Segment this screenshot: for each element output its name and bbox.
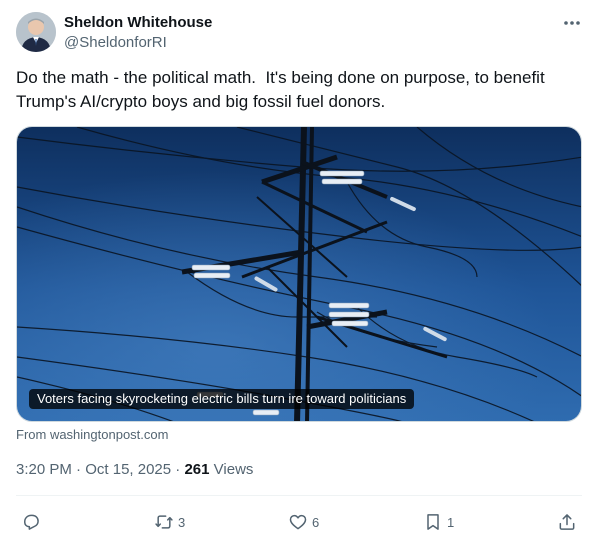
- like-count: 6: [312, 514, 320, 530]
- divider: [16, 495, 582, 496]
- share-icon: [559, 514, 575, 530]
- avatar[interactable]: [16, 12, 56, 52]
- tweet-time[interactable]: 3:20 PM: [16, 461, 72, 478]
- link-card-image[interactable]: Voters facing skyrocketing electric bill…: [16, 126, 582, 422]
- more-horizontal-icon: [564, 21, 580, 25]
- views-count: 261: [184, 461, 210, 478]
- author-handle[interactable]: @SheldonforRI: [64, 33, 167, 53]
- retweet-count: 3: [178, 514, 186, 530]
- link-card-caption: Voters facing skyrocketing electric bill…: [29, 389, 415, 409]
- meta-separator: ·: [71, 461, 86, 478]
- tweet-metadata: 3:20 PM · Oct 15, 2025 · 261 Views: [16, 460, 253, 480]
- action-bar: 3 6 1: [16, 508, 582, 536]
- like-button[interactable]: 6: [288, 508, 319, 536]
- heart-icon: [289, 514, 307, 530]
- reply-button[interactable]: [21, 508, 45, 536]
- reply-icon: [24, 514, 39, 530]
- tweet-header: Sheldon Whitehouse @SheldonforRI: [16, 12, 582, 54]
- tweet: Sheldon Whitehouse @SheldonforRI Do the …: [0, 0, 598, 544]
- bookmark-count: 1: [447, 514, 455, 530]
- retweet-button[interactable]: 3: [154, 508, 185, 536]
- views-label: Views: [209, 461, 254, 478]
- share-button[interactable]: [557, 508, 577, 536]
- retweet-icon: [155, 515, 173, 529]
- power-lines-photo: [17, 127, 581, 421]
- meta-separator: ·: [171, 461, 185, 478]
- bookmark-icon: [427, 514, 439, 530]
- tweet-date[interactable]: Oct 15, 2025: [85, 461, 171, 478]
- bookmark-button[interactable]: 1: [423, 508, 454, 536]
- more-options-button[interactable]: [558, 12, 586, 34]
- link-card-source[interactable]: From washingtonpost.com: [16, 427, 168, 443]
- tweet-text: Do the math - the political math. It's b…: [16, 68, 550, 111]
- author-display-name[interactable]: Sheldon Whitehouse: [64, 13, 212, 33]
